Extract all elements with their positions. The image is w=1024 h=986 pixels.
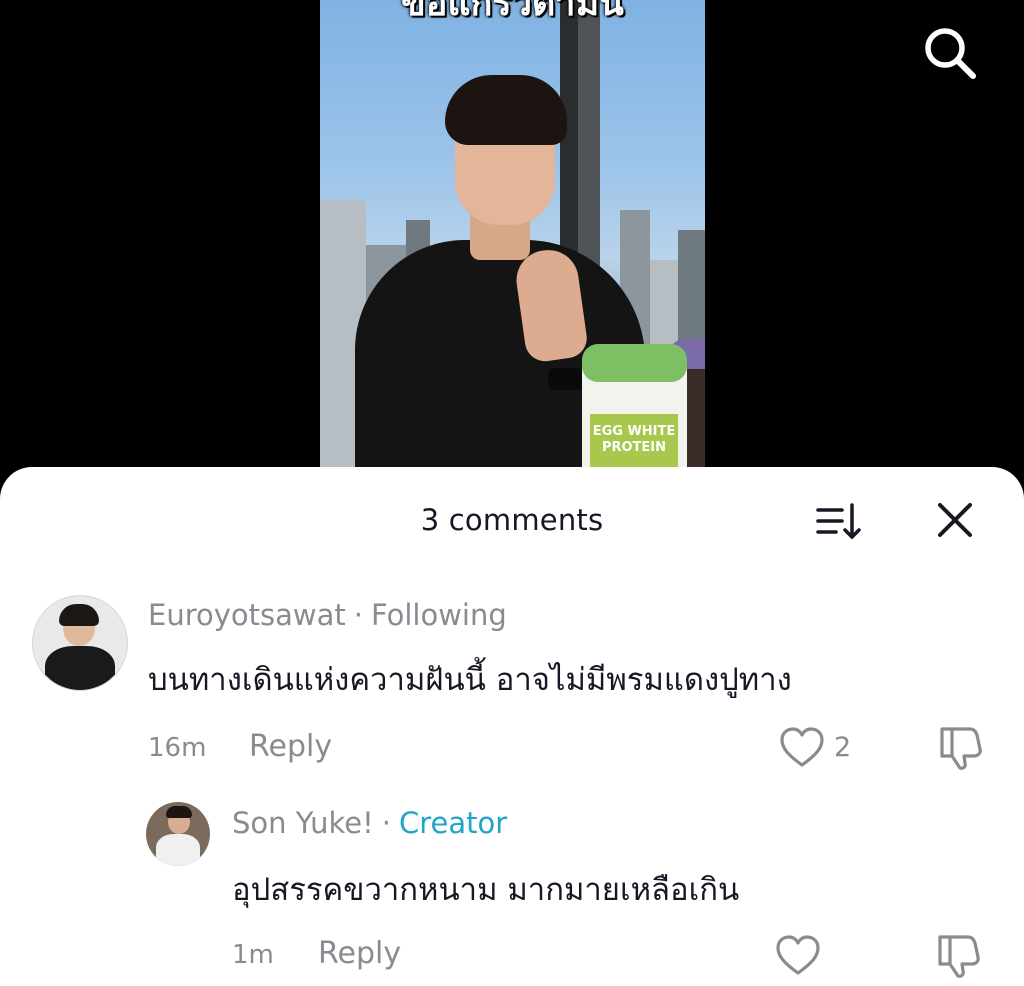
video-player[interactable]: EGG WHITE PROTEIN ขอแกรวิตามิน (0, 0, 1024, 500)
search-button[interactable] (915, 22, 985, 84)
heart-icon (780, 727, 824, 767)
separator: · (353, 598, 363, 632)
thumbs-down-icon (938, 935, 980, 978)
product-label: EGG WHITE PROTEIN (590, 414, 678, 470)
avatar[interactable] (146, 802, 210, 866)
like-button[interactable]: 2 (778, 725, 851, 769)
comment-username[interactable]: Son Yuke! (232, 806, 374, 840)
close-button[interactable] (930, 497, 982, 545)
comment-text: อุปสรรคขวากหนาม มากมายเหลือเกิน (232, 872, 740, 908)
comment-text: บนทางเดินแห่งความฝันนี้ อาจไม่มีพรมแดงปู… (148, 662, 792, 698)
avatar[interactable] (32, 595, 128, 691)
reply-button[interactable]: Reply (249, 729, 332, 764)
product-jar: EGG WHITE PROTEIN (582, 344, 687, 470)
like-button[interactable] (774, 933, 830, 977)
comment-author-line: Euroyotsawat · Following (148, 598, 507, 632)
sort-button[interactable] (812, 497, 868, 545)
comment-time: 1m (232, 940, 274, 970)
comment-author-line: Son Yuke! · Creator (232, 806, 507, 840)
thumbs-down-icon (940, 727, 982, 770)
video-frame: EGG WHITE PROTEIN ขอแกรวิตามิน (320, 0, 705, 470)
reply-button[interactable]: Reply (318, 936, 401, 971)
sort-icon (816, 503, 861, 539)
comment-time: 16m (148, 733, 207, 763)
heart-icon (776, 935, 820, 975)
creator-tag: Creator (398, 806, 508, 840)
comments-title: 3 comments (420, 503, 604, 537)
video-caption: ขอแกรวิตามิน (401, 0, 624, 24)
search-icon (925, 28, 976, 79)
following-tag: Following (370, 598, 507, 632)
dislike-button[interactable] (932, 931, 982, 983)
comment-username[interactable]: Euroyotsawat (148, 598, 346, 632)
separator: · (381, 806, 391, 840)
dislike-button[interactable] (934, 723, 984, 775)
comments-sheet: 3 comments Euroyotsawat · Following บนทางเ… (0, 467, 1024, 986)
like-count: 2 (834, 731, 852, 763)
close-icon (938, 503, 972, 537)
